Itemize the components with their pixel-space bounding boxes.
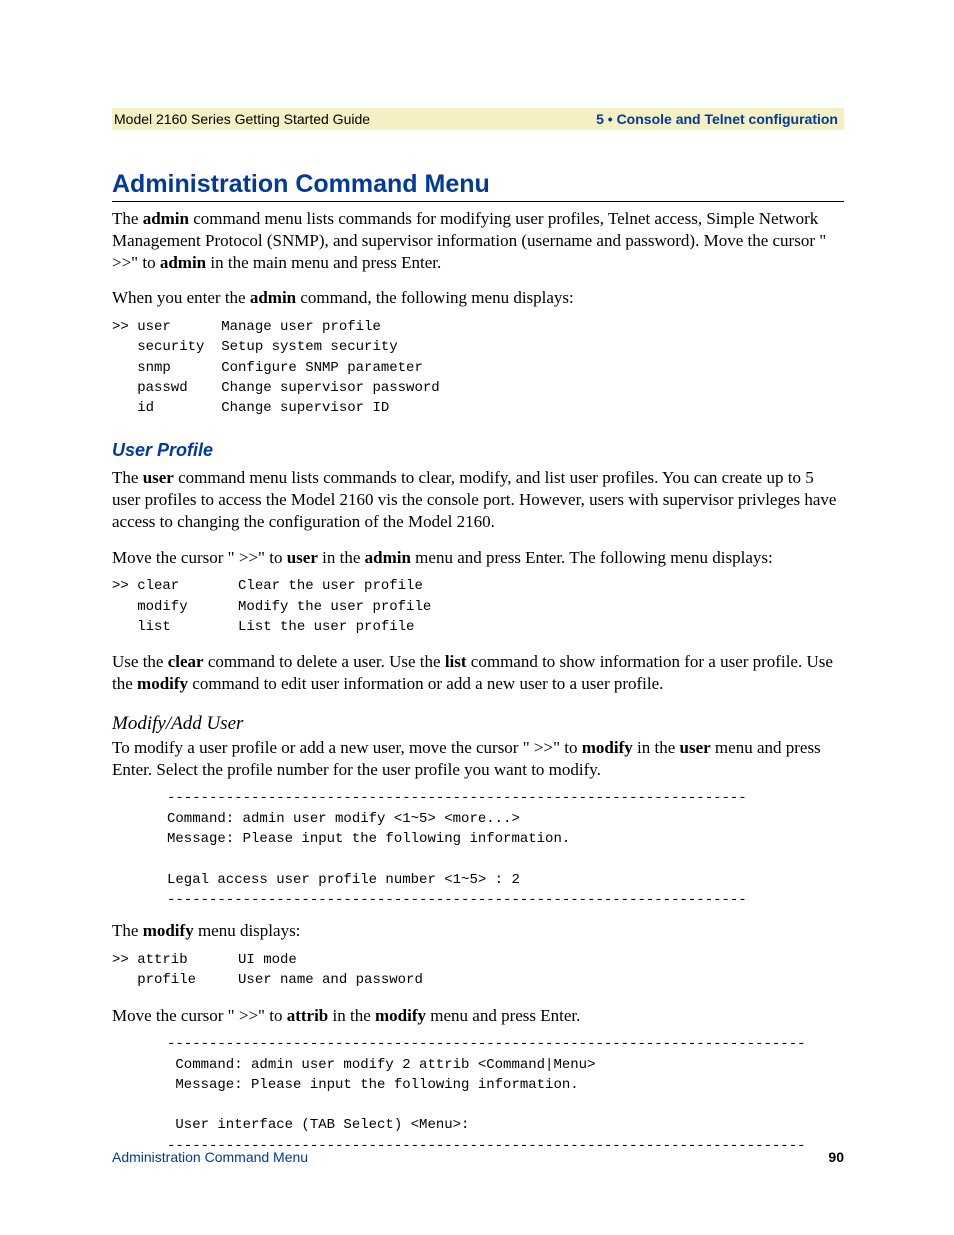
footer: Administration Command Menu 90 [112,1149,844,1165]
paragraph-intro: The admin command menu lists commands fo… [112,208,844,273]
header-right: 5 • Console and Telnet configuration [596,111,838,127]
footer-page-number: 90 [828,1149,844,1165]
console-modify-prompt: ----------------------------------------… [167,788,844,910]
paragraph-enter-admin: When you enter the admin command, the fo… [112,287,844,309]
console-admin-menu: >> user Manage user profile security Set… [112,317,844,418]
paragraph-move-user: Move the cursor " >>" to user in the adm… [112,547,844,569]
paragraph-user-desc: The user command menu lists commands to … [112,467,844,532]
header-bar: Model 2160 Series Getting Started Guide … [112,108,844,130]
console-user-menu: >> clear Clear the user profile modify M… [112,576,844,637]
page: Model 2160 Series Getting Started Guide … [0,0,954,1235]
paragraph-commands: Use the clear command to delete a user. … [112,651,844,695]
header-left: Model 2160 Series Getting Started Guide [114,111,370,127]
paragraph-modify-menu: The modify menu displays: [112,920,844,942]
paragraph-move-attrib: Move the cursor " >>" to attrib in the m… [112,1005,844,1027]
heading-modify-add-user: Modify/Add User [112,713,844,735]
paragraph-modify-instr: To modify a user profile or add a new us… [112,737,844,781]
heading-admin-command-menu: Administration Command Menu [112,170,844,202]
heading-user-profile: User Profile [112,440,844,461]
console-attrib-prompt: ----------------------------------------… [167,1034,844,1156]
console-modify-menu: >> attrib UI mode profile User name and … [112,950,844,991]
footer-section: Administration Command Menu [112,1149,308,1165]
